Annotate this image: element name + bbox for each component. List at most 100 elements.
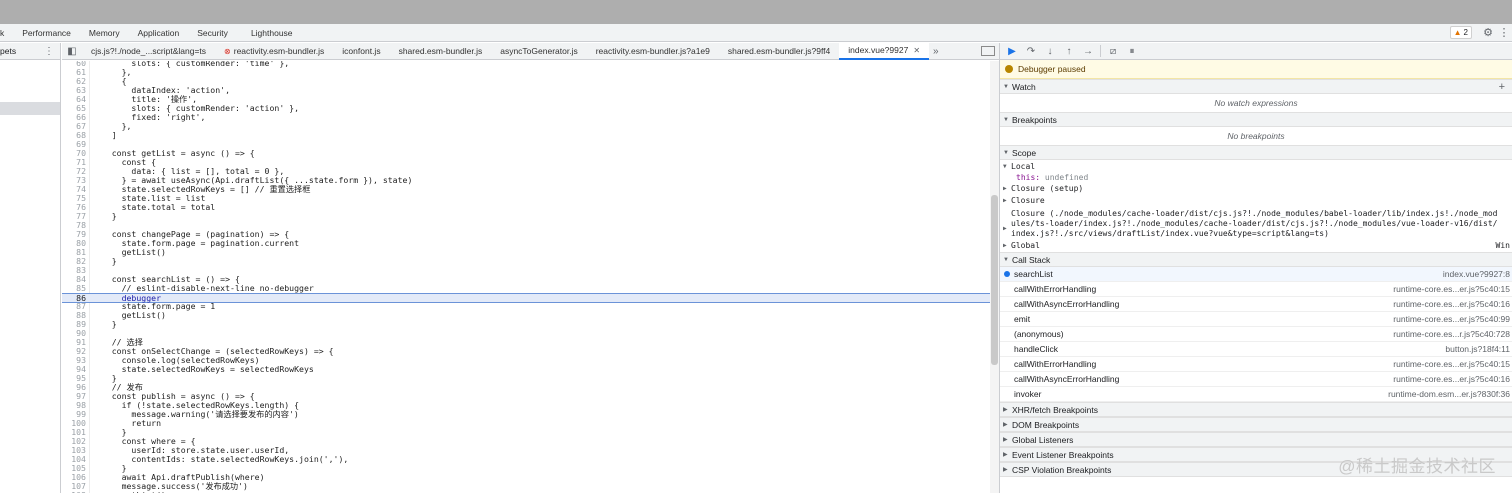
scope-closure[interactable]: ▶ Closure [1000, 196, 1512, 206]
panel-tab-memory[interactable]: Memory [80, 28, 129, 38]
code-line[interactable]: 76 state.total = total [62, 203, 990, 212]
call-stack-section-header[interactable]: ▼ Call Stack [1000, 252, 1512, 267]
call-frame[interactable]: callWithAsyncErrorHandling runtime-core.e… [1000, 372, 1512, 387]
code-line[interactable]: 81 getList() [62, 248, 990, 257]
code-line[interactable]: 99 message.warning('请选择要发布的内容') [62, 410, 990, 419]
deactivate-breakpoints-icon[interactable]: ⧄ [1106, 46, 1120, 57]
editor-tab[interactable]: iconfont.js [333, 43, 389, 60]
watch-section-header[interactable]: ▼ Watch + [1000, 79, 1512, 94]
add-watch-icon[interactable]: + [1499, 81, 1505, 93]
code-line[interactable]: 94 state.selectedRowKeys = selectedRowKe… [62, 365, 990, 374]
code-line[interactable]: 80 state.form.page = pagination.current [62, 239, 990, 248]
code-line[interactable]: 85 // eslint-disable-next-line no-debugg… [62, 284, 990, 293]
toggle-debugger-sidebar-icon[interactable] [981, 46, 995, 56]
warnings-badge[interactable]: ▲ 2 [1449, 26, 1472, 39]
frame-location[interactable]: runtime-dom.esm...er.js?830f:36 [1388, 389, 1512, 399]
step-icon[interactable]: → [1081, 46, 1095, 57]
code-line[interactable]: 88 getList() [62, 311, 990, 320]
editor-tab[interactable]: asyncToGenerator.js [491, 43, 586, 60]
editor-tab[interactable]: reactivity.esm-bundler.js?a1e9 [587, 43, 719, 60]
frame-function: handleClick [1014, 344, 1058, 354]
breakpoints-section-header[interactable]: ▼ Breakpoints [1000, 112, 1512, 127]
scope-local[interactable]: ▼ Local [1000, 162, 1512, 172]
frame-location[interactable]: index.vue?9927:8 [1443, 269, 1512, 279]
editor-tab-active[interactable]: index.vue?9927 ✕ [839, 42, 930, 60]
navigator-selected-item[interactable] [0, 102, 60, 115]
navigator-tab-snippets[interactable]: pets [0, 46, 16, 56]
scope-closure-long[interactable]: ▶ Closure (./node_modules/cache-loader/d… [1000, 209, 1512, 239]
collapsed-section-header[interactable]: ▶ XHR/fetch Breakpoints [1000, 402, 1512, 417]
scope-var-this[interactable]: this: undefined [1000, 172, 1512, 183]
pause-on-exceptions-icon[interactable]: ⏸ [1125, 46, 1139, 57]
code-line[interactable]: 61 }, [62, 68, 990, 77]
code-text: } [92, 319, 117, 329]
code-line[interactable]: 82 } [62, 257, 990, 266]
step-over-icon[interactable]: ↷ [1024, 46, 1038, 57]
code-line[interactable]: 63 dataIndex: 'action', [62, 86, 990, 95]
code-line[interactable]: 77 } [62, 212, 990, 221]
frame-location[interactable]: runtime-core.es...er.js?5c40:16 [1393, 299, 1512, 309]
code-line[interactable]: 68 ] [62, 131, 990, 140]
frame-location[interactable]: runtime-core.es...r.js?5c40:728 [1393, 329, 1512, 339]
editor-tab[interactable]: shared.esm-bundler.js [390, 43, 492, 60]
panel-tab-partial[interactable]: k [0, 28, 13, 38]
collapsed-section-header[interactable]: ▶ Global Listeners [1000, 432, 1512, 447]
call-frame[interactable]: searchList index.vue?9927:8 [1000, 267, 1512, 282]
call-frame[interactable]: (anonymous) runtime-core.es...r.js?5c40:7… [1000, 327, 1512, 342]
scope-section-header[interactable]: ▼ Scope [1000, 145, 1512, 160]
warning-icon: ▲ [1453, 28, 1462, 37]
call-frame[interactable]: callWithAsyncErrorHandling runtime-core.e… [1000, 297, 1512, 312]
code-line[interactable]: 101 } [62, 428, 990, 437]
code-line[interactable]: 66 fixed: 'right', [62, 113, 990, 122]
code-line[interactable]: 89 } [62, 320, 990, 329]
code-line[interactable]: 107 message.success('发布成功') [62, 482, 990, 491]
current-frame-dot-icon [1004, 271, 1010, 277]
step-out-icon[interactable]: ↑ [1062, 46, 1076, 57]
frame-location[interactable]: runtime-core.es...er.js?5c40:15 [1393, 284, 1512, 294]
toggle-navigator-icon[interactable]: ◧ [62, 46, 82, 57]
more-options-icon[interactable]: ⋮ [1496, 26, 1512, 39]
code-line[interactable]: 67 }, [62, 122, 990, 131]
scope-closure-setup[interactable]: ▶ Closure (setup) [1000, 184, 1512, 194]
call-frame[interactable]: callWithErrorHandling runtime-core.es...e… [1000, 357, 1512, 372]
panel-tab-security[interactable]: Security [188, 28, 237, 38]
panel-tab-application[interactable]: Application [129, 28, 189, 38]
resume-icon[interactable]: ▶︎ [1005, 46, 1019, 57]
navigator-menu-icon[interactable]: ⋮ [44, 46, 54, 57]
line-number[interactable]: 85 [62, 284, 86, 293]
devtools-panel-tabs: k Performance Memory Application Securit… [0, 24, 1512, 42]
call-frame[interactable]: handleClick button.js?18f4:11 [1000, 342, 1512, 357]
close-tab-icon[interactable]: ✕ [913, 46, 920, 55]
code-line[interactable]: 87 state.form.page = 1 [62, 302, 990, 311]
code-line[interactable]: 100 return [62, 419, 990, 428]
collapsed-section-header[interactable]: ▶ DOM Breakpoints [1000, 417, 1512, 432]
paused-text: Debugger paused [1018, 64, 1086, 74]
code-line[interactable]: 70 const getList = async () => { [62, 149, 990, 158]
scope-global[interactable]: ▶ Global Win [1000, 241, 1512, 251]
frame-location[interactable]: button.js?18f4:11 [1445, 344, 1512, 354]
editor-tab[interactable]: cjs.js?!./node_...script&lang=ts [82, 43, 215, 60]
frame-location[interactable]: runtime-core.es...er.js?5c40:16 [1393, 374, 1512, 384]
panel-tab-performance[interactable]: Performance [13, 28, 80, 38]
scrollbar-thumb[interactable] [991, 195, 998, 365]
section-title: CSP Violation Breakpoints [1012, 464, 1112, 475]
code-line[interactable]: 60 slots: { customRender: 'time' }, [62, 61, 990, 68]
navigator-header: pets ⋮ [0, 43, 60, 60]
editor-scrollbar[interactable] [990, 61, 999, 493]
call-frame[interactable]: emit runtime-core.es...er.js?5c40:99 [1000, 312, 1512, 327]
call-frame[interactable]: invoker runtime-dom.esm...er.js?830f:36 [1000, 387, 1512, 402]
code-text: } [92, 256, 117, 266]
more-tabs-icon[interactable]: » [929, 46, 943, 57]
call-frame[interactable]: callWithErrorHandling runtime-core.es...e… [1000, 282, 1512, 297]
code-editor[interactable]: 60 slots: { customRender: 'time' }, 61 },… [62, 61, 990, 493]
settings-gear-icon[interactable]: ⚙ [1480, 26, 1496, 39]
code-line[interactable]: 95 } [62, 374, 990, 383]
editor-tab[interactable]: shared.esm-bundler.js?9ff4 [719, 43, 839, 60]
code-line[interactable]: 104 contentIds: state.selectedRowKeys.jo… [62, 455, 990, 464]
code-line[interactable]: 90 [62, 329, 990, 338]
panel-tab-lighthouse[interactable]: Lighthouse [237, 28, 302, 38]
frame-location[interactable]: runtime-core.es...er.js?5c40:99 [1393, 314, 1512, 324]
editor-tab[interactable]: ⊗ reactivity.esm-bundler.js [215, 43, 333, 60]
frame-location[interactable]: runtime-core.es...er.js?5c40:15 [1393, 359, 1512, 369]
step-into-icon[interactable]: ↓ [1043, 46, 1057, 57]
